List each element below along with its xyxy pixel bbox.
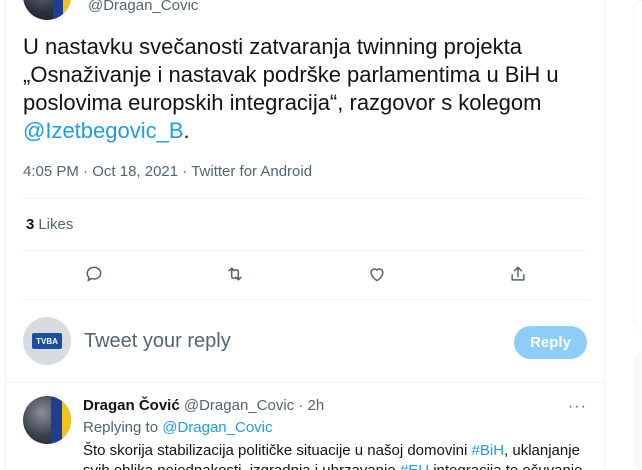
like-icon [370,268,384,282]
author-handle[interactable]: @Dragan_Covic [88,0,198,14]
tweet-text-body: U nastavku svečanosti zatvaranja twinnin… [23,34,559,115]
reply-text: Što skorija stabilizacija političke situ… [83,441,593,470]
reply-time[interactable]: 2h [308,397,325,414]
tweet-time[interactable]: 4:05 PM [23,163,79,180]
user-avatar[interactable]: TVBA [23,317,71,365]
reply-text-part: integracija te očuvanje [429,462,582,470]
tweet-text-end: . [183,118,190,143]
tweet-source[interactable]: Twitter for Android [191,163,312,180]
meta-separator: · [178,163,192,180]
share-action-button[interactable] [506,262,530,286]
hashtag-link[interactable]: #EU [400,462,429,470]
reply-action-button[interactable] [82,262,106,286]
more-options-icon[interactable]: ··· [568,398,587,416]
replying-mention[interactable]: @Dragan_Covic [162,419,272,436]
replying-to: Replying to @Dragan_Covic [83,419,273,436]
replying-label: Replying to [83,419,159,436]
reply-author-name[interactable]: Dragan Čović [83,397,180,414]
retweet-icon [228,267,242,281]
retweet-action-button[interactable] [223,262,247,286]
avatar-logo: TVBA [32,333,62,349]
tweet-text: U nastavku svečanosti zatvaranja twinnin… [23,33,593,145]
sidebar-card [633,0,642,330]
divider [23,198,589,199]
hashtag-link[interactable]: #BiH [472,442,505,459]
reply-author-handle[interactable]: @Dragan_Covic [184,397,294,414]
divider [23,250,589,251]
reply-header: Dragan Čović @Dragan_Covic · 2h [83,397,324,414]
reply-text-part: Što skorija stabilizacija političke situ… [83,442,472,459]
likes-stat[interactable]: 3 Likes [26,216,73,233]
divider [23,299,589,300]
reply-author-avatar[interactable] [23,396,71,444]
meta-separator: · [78,163,93,180]
flag-decoration [53,0,71,20]
like-action-button[interactable] [365,262,389,286]
mention-link[interactable]: @Izetbegovic_B [23,118,184,143]
tweet-date[interactable]: Oct 18, 2021 [92,163,178,180]
reply-icon [86,266,102,282]
reply-separator: · [294,397,308,414]
sidebar-card [633,352,642,470]
divider [6,382,604,383]
reply-button[interactable]: Reply [514,326,587,359]
reply-input[interactable]: Tweet your reply [84,330,231,353]
tweet-detail-column: @Dragan_Covic U nastavku svečanosti zatv… [5,0,605,470]
likes-count: 3 [26,216,35,233]
share-icon [511,266,525,281]
author-avatar[interactable] [23,0,71,20]
tweet-meta: 4:05 PM · Oct 18, 2021 · Twitter for And… [23,163,312,180]
flag-decoration [51,396,71,444]
likes-label: Likes [38,216,74,233]
